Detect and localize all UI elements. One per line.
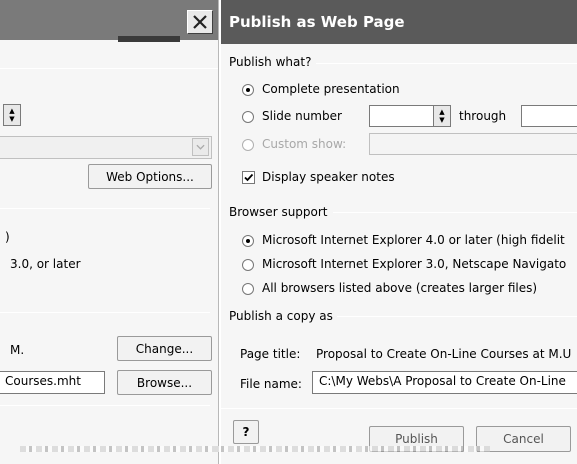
spin-down-icon: ▼ xyxy=(439,116,445,124)
slide-from-input[interactable] xyxy=(369,105,435,127)
dialog-titlebar: Publish as Web Page xyxy=(221,0,577,44)
browse-button[interactable]: Browse... xyxy=(117,370,212,395)
spin-up-icon: ▲ xyxy=(9,107,15,115)
dialog-title: Publish as Web Page xyxy=(229,13,405,31)
file-name-field[interactable]: Courses.mht xyxy=(0,371,105,394)
web-options-button[interactable]: Web Options... xyxy=(88,164,212,189)
custom-show-dropdown[interactable] xyxy=(369,133,577,155)
browser-option-label[interactable]: All browsers listed above (creates large… xyxy=(262,281,537,295)
close-button[interactable] xyxy=(187,10,213,34)
separator xyxy=(0,208,210,209)
group-line xyxy=(337,316,577,317)
titlebar-tab xyxy=(118,36,180,42)
slide-number-radio[interactable] xyxy=(242,111,254,123)
help-icon: ? xyxy=(242,425,250,439)
custom-show-label[interactable]: Custom show: xyxy=(262,137,346,151)
separator xyxy=(221,408,577,409)
complete-presentation-label[interactable]: Complete presentation xyxy=(262,82,400,96)
browser-option-radio[interactable] xyxy=(242,283,254,295)
help-button[interactable]: ? xyxy=(233,420,259,444)
page-title-fragment: M. xyxy=(10,343,25,357)
background-titlebar xyxy=(0,0,218,42)
complete-presentation-radio[interactable] xyxy=(242,84,254,96)
browser-option-radio[interactable] xyxy=(242,235,254,247)
checkmark-icon xyxy=(244,173,254,182)
spin-up-icon: ▲ xyxy=(439,108,445,116)
separator xyxy=(0,68,218,69)
browser-option-fragment: 3.0, or later xyxy=(10,257,81,271)
browser-option-label[interactable]: Microsoft Internet Explorer 3.0, Netscap… xyxy=(262,257,566,271)
separator xyxy=(0,405,210,406)
separator xyxy=(0,312,210,313)
browser-support-label: Browser support xyxy=(229,205,332,219)
browser-option-radio[interactable] xyxy=(242,259,254,271)
slide-to-input[interactable] xyxy=(521,105,577,127)
publish-copy-label: Publish a copy as xyxy=(229,309,337,323)
speaker-notes-checkbox[interactable] xyxy=(242,171,255,184)
cancel-button[interactable]: Cancel xyxy=(476,426,571,452)
chevron-down-icon[interactable] xyxy=(192,138,209,156)
disabled-dropdown[interactable] xyxy=(0,136,212,159)
group-line xyxy=(316,63,577,64)
spin-down-icon: ▼ xyxy=(9,115,15,123)
change-button[interactable]: Change... xyxy=(117,336,212,361)
slide-from-spin[interactable]: ▲ ▼ xyxy=(433,105,451,127)
background-dialog: ▲ ▼ Web Options... ) 3.0, or later M. Ch… xyxy=(0,0,219,464)
spin-control[interactable]: ▲ ▼ xyxy=(3,104,21,126)
publish-dialog: Publish as Web Page Publish what? Comple… xyxy=(221,0,577,464)
slide-number-label[interactable]: Slide number xyxy=(262,109,342,123)
page-title-value: Proposal to Create On-Line Courses at M.… xyxy=(316,347,572,361)
file-name-label: File name: xyxy=(240,377,302,391)
status-strip xyxy=(20,446,490,452)
through-label: through xyxy=(459,109,507,123)
publish-what-label: Publish what? xyxy=(229,55,316,69)
browser-option-fragment: ) xyxy=(5,230,10,244)
group-line xyxy=(333,212,577,213)
speaker-notes-label[interactable]: Display speaker notes xyxy=(262,170,395,184)
file-name-input[interactable]: C:\My Webs\A Proposal to Create On-Line xyxy=(312,371,577,394)
page-title-label: Page title: xyxy=(240,347,301,361)
browser-option-label[interactable]: Microsoft Internet Explorer 4.0 or later… xyxy=(262,233,565,247)
close-icon xyxy=(193,15,207,29)
custom-show-radio[interactable] xyxy=(242,139,254,151)
